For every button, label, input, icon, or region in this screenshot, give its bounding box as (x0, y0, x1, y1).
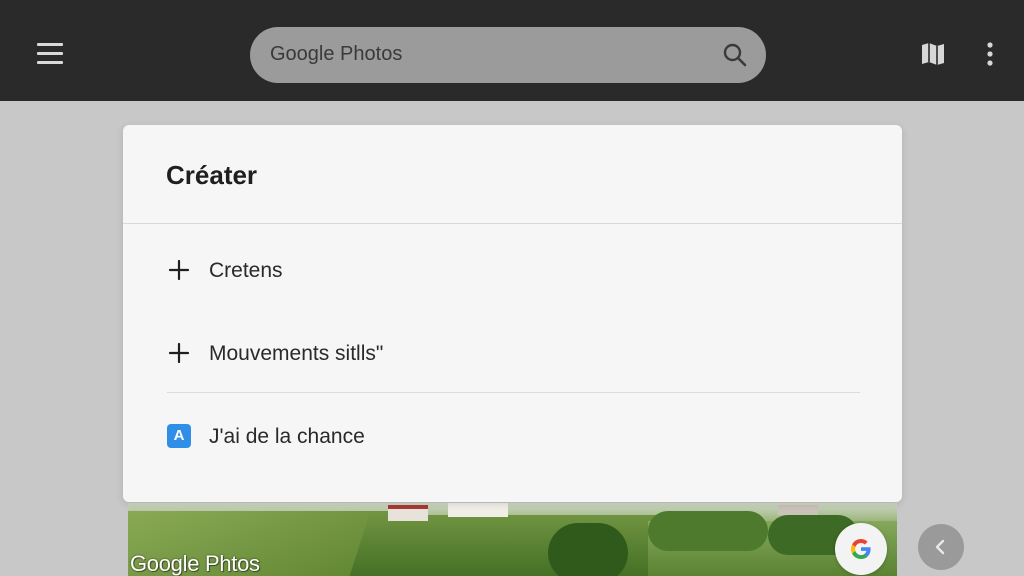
photo-tree (548, 523, 628, 576)
map-icon[interactable] (919, 40, 947, 68)
photo-watermark: Google Phtos (130, 551, 260, 576)
menu-icon[interactable] (37, 43, 63, 64)
divider (167, 392, 860, 393)
photo-house (778, 505, 818, 515)
lucky-a-icon: A (167, 424, 191, 448)
menu-item-label: J'ai de la chance (209, 425, 365, 448)
top-app-bar: Google Photos (0, 0, 1024, 101)
search-placeholder: Google Photos (270, 43, 403, 65)
menu-item-mouvements[interactable]: Mouvements sitlls" (167, 334, 857, 370)
more-vert-icon[interactable] (983, 41, 997, 67)
google-g-icon (851, 539, 871, 559)
divider (123, 223, 902, 224)
menu-item-label: Mouvements sitlls" (209, 342, 384, 365)
search-icon[interactable] (722, 42, 748, 68)
plus-icon (168, 342, 190, 364)
google-lens-button[interactable] (835, 523, 887, 575)
dialog-title: Créater (166, 160, 258, 190)
chevron-left-icon (935, 539, 945, 555)
photo-house (448, 503, 508, 517)
back-button[interactable] (918, 524, 964, 570)
photo-tree (648, 511, 768, 551)
plus-icon (168, 259, 190, 281)
photo-thumbnail[interactable]: Google Phtos (128, 503, 897, 576)
create-dialog: Créater Cretens Mouvements sitlls" A J'a… (123, 125, 902, 502)
menu-item-cretens[interactable]: Cretens (167, 251, 857, 287)
menu-item-lucky[interactable]: A J'ai de la chance (167, 417, 857, 453)
search-bar[interactable]: Google Photos (250, 27, 766, 83)
photo-house (388, 505, 428, 521)
menu-item-label: Cretens (209, 259, 283, 282)
